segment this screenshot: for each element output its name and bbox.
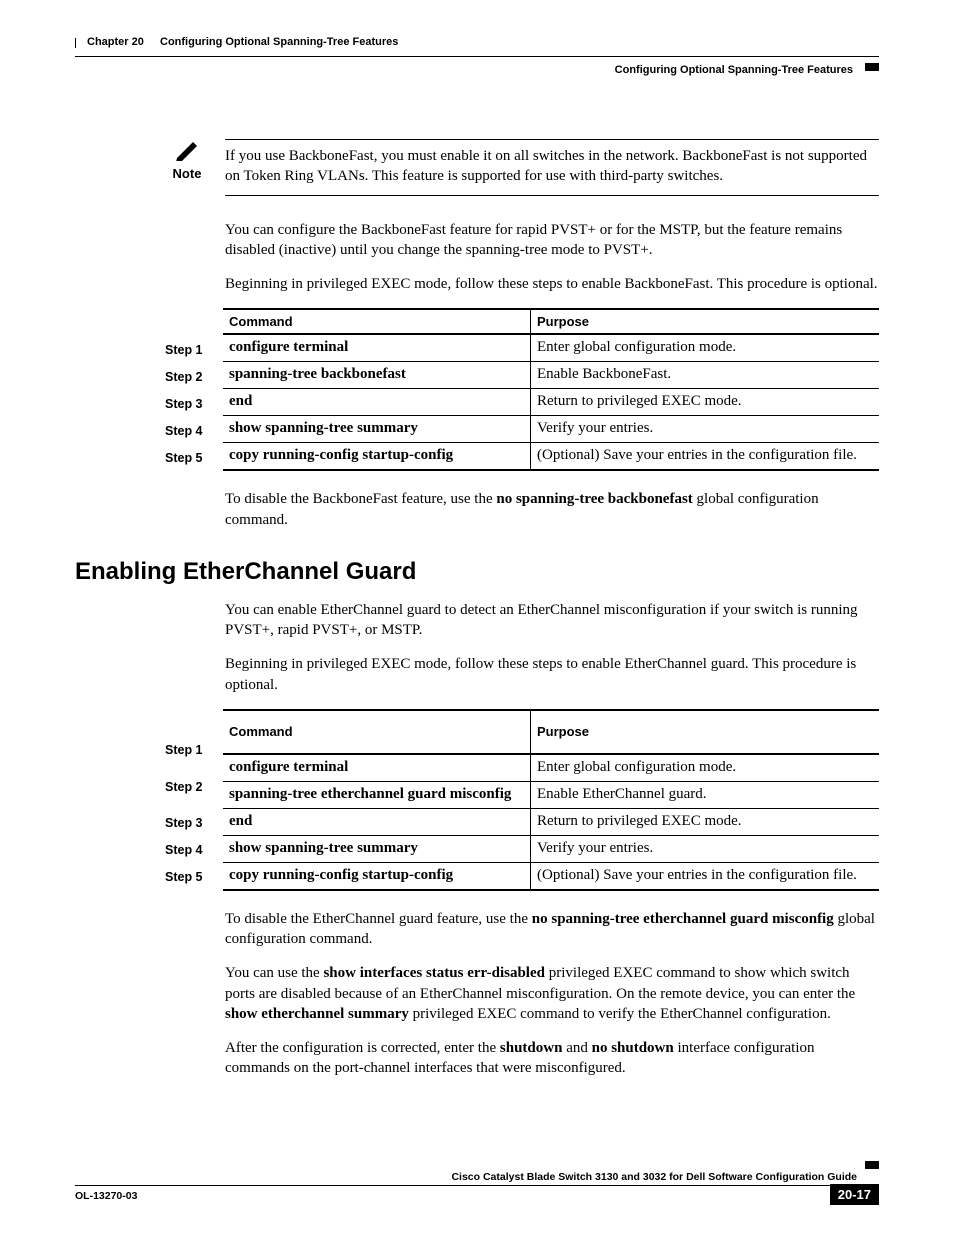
- page-header: Chapter 20 Configuring Optional Spanning…: [75, 38, 879, 57]
- col-purpose: Purpose: [531, 309, 880, 334]
- step-label: Step 1: [165, 737, 223, 764]
- command-cell: configure terminal: [223, 334, 531, 362]
- command-table: Command Purpose configure terminalEnter …: [223, 709, 879, 891]
- note-top-rule: [225, 139, 879, 140]
- command-cell: spanning-tree etherchannel guard misconf…: [223, 781, 531, 808]
- step-label: Step 3: [165, 390, 223, 417]
- table-row: copy running-config startup-config(Optio…: [223, 443, 879, 471]
- step-labels: Step 1 Step 2 Step 3 Step 4 Step 5: [165, 308, 223, 471]
- footer-guide-title: Cisco Catalyst Blade Switch 3130 and 303…: [75, 1171, 879, 1183]
- command-inline: no spanning-tree backbonefast: [496, 491, 692, 507]
- text-fragment: To disable the EtherChannel guard featur…: [225, 911, 532, 927]
- purpose-cell: Return to privileged EXEC mode.: [531, 808, 880, 835]
- step-label: Step 4: [165, 417, 223, 444]
- purpose-cell: Verify your entries.: [531, 835, 880, 862]
- command-inline: show interfaces status err-disabled: [323, 965, 545, 981]
- intro-text-1: You can configure the BackboneFast featu…: [225, 220, 879, 295]
- col-command: Command: [223, 710, 531, 754]
- command-table: Command Purpose configure terminalEnter …: [223, 308, 879, 471]
- chapter-title: Configuring Optional Spanning-Tree Featu…: [160, 36, 398, 48]
- text-fragment: To disable the BackboneFast feature, use…: [225, 491, 496, 507]
- text-fragment: You can use the: [225, 965, 323, 981]
- section-title: Configuring Optional Spanning-Tree Featu…: [615, 64, 879, 76]
- table-row: copy running-config startup-config(Optio…: [223, 862, 879, 890]
- table-row: configure terminalEnter global configura…: [223, 754, 879, 782]
- step-label: Step 3: [165, 810, 223, 837]
- purpose-cell: Enable EtherChannel guard.: [531, 781, 880, 808]
- note-bottom-rule: [225, 195, 879, 196]
- header-decoration: [865, 63, 879, 71]
- section2-intro: You can enable EtherChannel guard to det…: [225, 600, 879, 695]
- paragraph: You can use the show interfaces status e…: [225, 963, 879, 1024]
- step-label: Step 5: [165, 864, 223, 891]
- text-fragment: After the configuration is corrected, en…: [225, 1040, 500, 1056]
- command-cell: spanning-tree backbonefast: [223, 362, 531, 389]
- table-row: endReturn to privileged EXEC mode.: [223, 389, 879, 416]
- command-cell: copy running-config startup-config: [223, 862, 531, 890]
- command-cell: copy running-config startup-config: [223, 443, 531, 471]
- chapter-label: Chapter 20: [87, 36, 144, 48]
- after-table-2-text: To disable the EtherChannel guard featur…: [225, 909, 879, 1079]
- step-label: Step 2: [165, 363, 223, 390]
- command-cell: end: [223, 389, 531, 416]
- command-cell: configure terminal: [223, 754, 531, 782]
- command-inline: show etherchannel summary: [225, 1006, 409, 1022]
- paragraph: To disable the BackboneFast feature, use…: [225, 489, 879, 530]
- header-tick: [75, 38, 76, 48]
- paragraph: After the configuration is corrected, en…: [225, 1038, 879, 1079]
- table-row: show spanning-tree summaryVerify your en…: [223, 416, 879, 443]
- note-label: Note: [165, 166, 209, 181]
- footer-decoration: [865, 1161, 879, 1169]
- table-header-row: Command Purpose: [223, 309, 879, 334]
- paragraph: Beginning in privileged EXEC mode, follo…: [225, 274, 879, 294]
- step-label: Step 4: [165, 837, 223, 864]
- section-heading: Enabling EtherChannel Guard: [75, 558, 879, 586]
- page-number: 20-17: [830, 1184, 879, 1205]
- pencil-icon: [174, 149, 200, 165]
- purpose-cell: Verify your entries.: [531, 416, 880, 443]
- command-table-1: Step 1 Step 2 Step 3 Step 4 Step 5 Comma…: [165, 308, 879, 471]
- page-footer: Cisco Catalyst Blade Switch 3130 and 303…: [75, 1171, 879, 1205]
- paragraph: Beginning in privileged EXEC mode, follo…: [225, 654, 879, 695]
- footer-doc-id: OL-13270-03: [75, 1190, 137, 1202]
- paragraph: You can enable EtherChannel guard to det…: [225, 600, 879, 641]
- note-text: If you use BackboneFast, you must enable…: [225, 146, 879, 187]
- col-command: Command: [223, 309, 531, 334]
- step-label: Step 1: [165, 336, 223, 363]
- page-subheader: Configuring Optional Spanning-Tree Featu…: [75, 61, 879, 79]
- after-table-1-text: To disable the BackboneFast feature, use…: [225, 489, 879, 530]
- footer-rule: [75, 1185, 879, 1186]
- table-row: configure terminalEnter global configura…: [223, 334, 879, 362]
- table-row: spanning-tree etherchannel guard misconf…: [223, 781, 879, 808]
- step-labels: Step 1 Step 2 Step 3 Step 4 Step 5: [165, 709, 223, 891]
- step-label: Step 2: [165, 764, 223, 810]
- purpose-cell: Enter global configuration mode.: [531, 754, 880, 782]
- table-header-row: Command Purpose: [223, 710, 879, 754]
- command-cell: end: [223, 808, 531, 835]
- purpose-cell: Enable BackboneFast.: [531, 362, 880, 389]
- text-fragment: and: [562, 1040, 591, 1056]
- command-table-2: Step 1 Step 2 Step 3 Step 4 Step 5 Comma…: [165, 709, 879, 891]
- purpose-cell: Return to privileged EXEC mode.: [531, 389, 880, 416]
- command-inline: no shutdown: [592, 1040, 674, 1056]
- purpose-cell: Enter global configuration mode.: [531, 334, 880, 362]
- text-fragment: privileged EXEC command to verify the Et…: [409, 1006, 831, 1022]
- command-cell: show spanning-tree summary: [223, 416, 531, 443]
- command-inline: no spanning-tree etherchannel guard misc…: [532, 911, 834, 927]
- col-purpose: Purpose: [531, 710, 880, 754]
- step-label: Step 5: [165, 444, 223, 471]
- table-row: endReturn to privileged EXEC mode.: [223, 808, 879, 835]
- table-row: show spanning-tree summaryVerify your en…: [223, 835, 879, 862]
- table-row: spanning-tree backbonefastEnable Backbon…: [223, 362, 879, 389]
- paragraph: To disable the EtherChannel guard featur…: [225, 909, 879, 950]
- purpose-cell: (Optional) Save your entries in the conf…: [531, 443, 880, 471]
- purpose-cell: (Optional) Save your entries in the conf…: [531, 862, 880, 890]
- paragraph: You can configure the BackboneFast featu…: [225, 220, 879, 261]
- command-cell: show spanning-tree summary: [223, 835, 531, 862]
- note-block: Note If you use BackboneFast, you must e…: [165, 139, 879, 196]
- command-inline: shutdown: [500, 1040, 563, 1056]
